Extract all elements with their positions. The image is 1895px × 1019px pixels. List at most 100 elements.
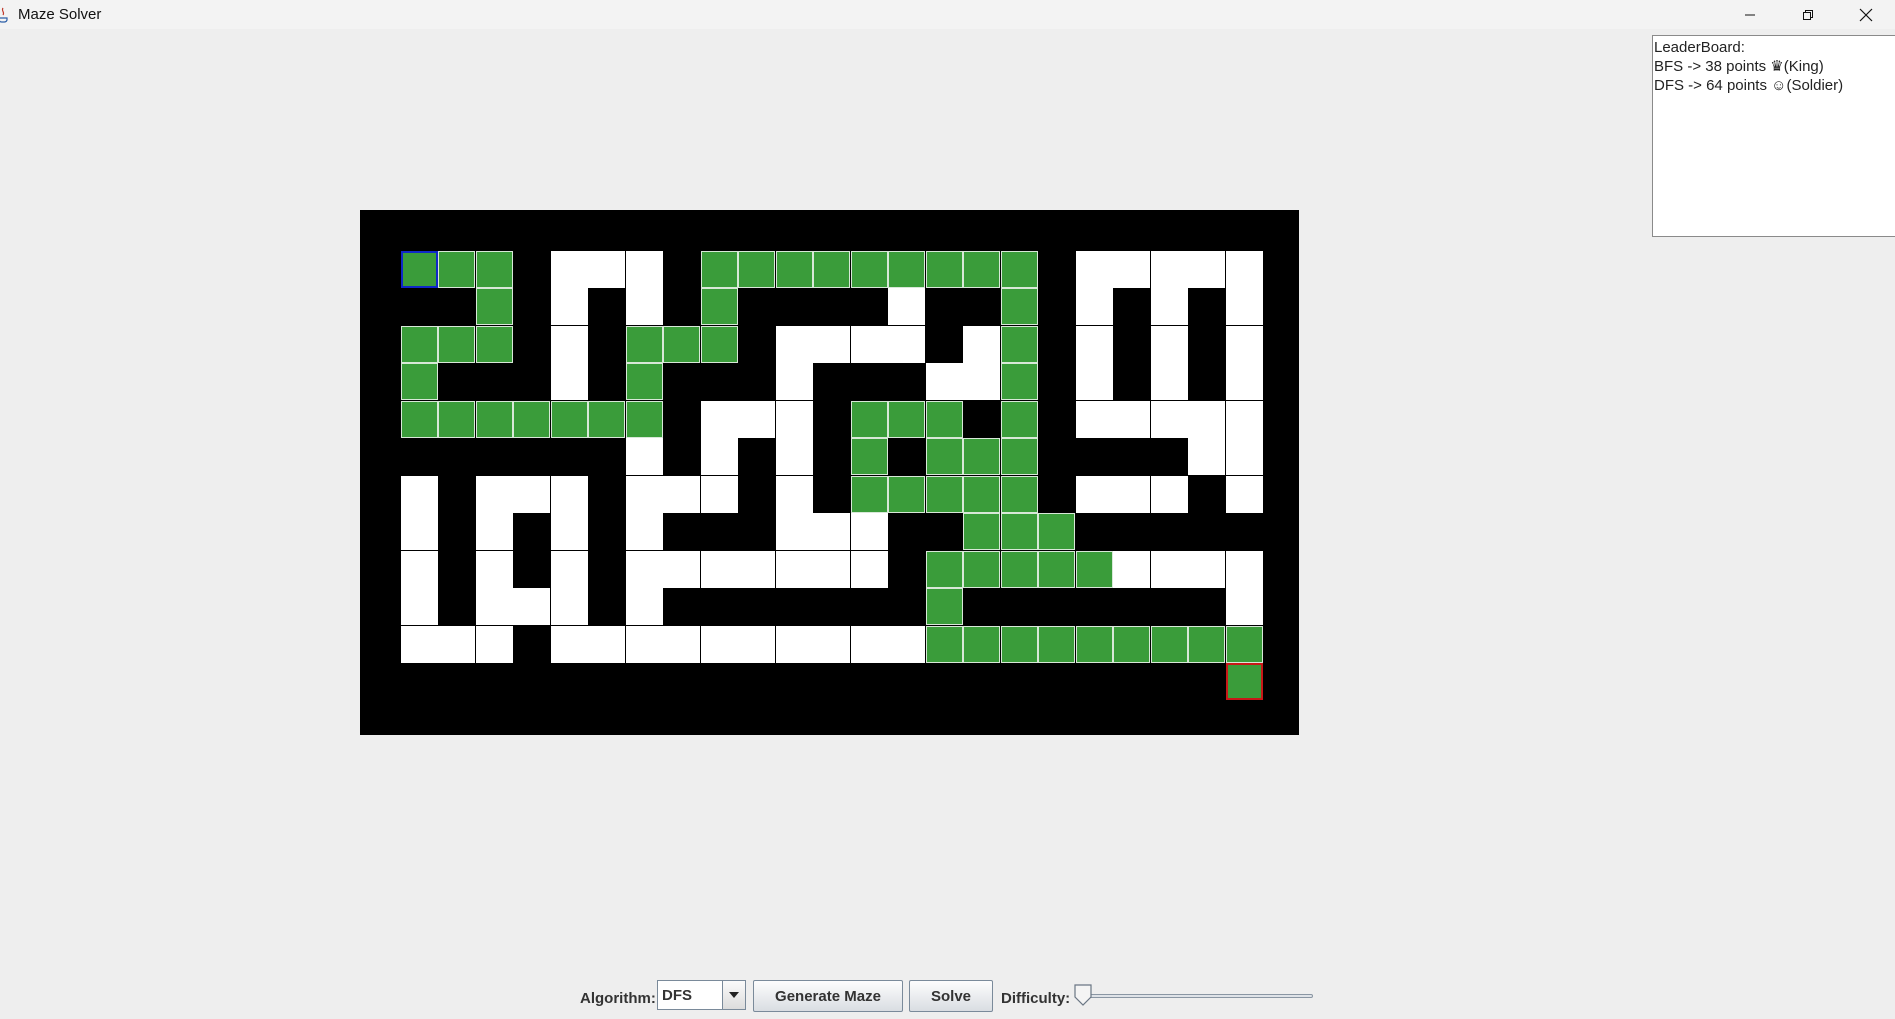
difficulty-label: Difficulty: <box>1001 990 1071 1007</box>
maze-grid <box>360 210 1299 735</box>
open-cell <box>776 363 813 400</box>
open-cell <box>1151 401 1188 438</box>
path-cell <box>476 326 513 363</box>
open-cell <box>776 551 813 588</box>
open-cell <box>1076 401 1113 438</box>
open-cell <box>738 551 775 588</box>
path-cell <box>851 476 888 513</box>
window-title: Maze Solver <box>18 6 102 23</box>
path-cell <box>1113 626 1150 663</box>
path-cell <box>1226 626 1263 663</box>
open-cell <box>701 438 738 475</box>
path-cell <box>1001 513 1038 550</box>
open-cell <box>1076 288 1113 325</box>
path-cell <box>1188 626 1225 663</box>
open-cell <box>851 513 888 550</box>
path-cell <box>1001 251 1038 288</box>
open-cell <box>401 476 438 513</box>
open-cell <box>476 626 513 663</box>
open-cell <box>1226 363 1263 400</box>
algorithm-select[interactable]: DFS <box>657 980 746 1010</box>
generate-maze-button[interactable]: Generate Maze <box>753 980 903 1012</box>
path-cell <box>1001 288 1038 325</box>
open-cell <box>776 326 813 363</box>
open-cell <box>1151 288 1188 325</box>
minimize-button[interactable] <box>1721 0 1779 29</box>
open-cell <box>551 588 588 625</box>
algorithm-label: Algorithm: <box>580 990 656 1007</box>
open-cell <box>551 551 588 588</box>
leaderboard-title: LeaderBoard: <box>1654 39 1745 56</box>
path-cell <box>926 626 963 663</box>
open-cell <box>401 588 438 625</box>
open-cell <box>926 363 963 400</box>
open-cell <box>1076 326 1113 363</box>
path-cell <box>1001 438 1038 475</box>
solve-button[interactable]: Solve <box>909 980 993 1012</box>
path-cell <box>1038 626 1075 663</box>
open-cell <box>813 551 850 588</box>
path-cell <box>438 251 475 288</box>
open-cell <box>588 251 625 288</box>
path-cell <box>701 251 738 288</box>
open-cell <box>701 626 738 663</box>
open-cell <box>963 326 1000 363</box>
minimize-icon <box>1745 14 1755 15</box>
path-cell <box>926 476 963 513</box>
restore-button[interactable] <box>1779 0 1837 29</box>
open-cell <box>1076 251 1113 288</box>
path-cell <box>963 476 1000 513</box>
path-cell <box>626 363 663 400</box>
path-cell <box>701 326 738 363</box>
open-cell <box>1226 251 1263 288</box>
start-cell <box>401 251 438 288</box>
path-cell <box>401 326 438 363</box>
open-cell <box>476 588 513 625</box>
open-cell <box>476 513 513 550</box>
leaderboard-panel: LeaderBoard: BFS -> 38 points ♛(King) DF… <box>1652 35 1895 237</box>
path-cell <box>963 626 1000 663</box>
path-cell <box>476 288 513 325</box>
close-icon <box>1859 8 1873 21</box>
path-cell <box>851 401 888 438</box>
open-cell <box>551 251 588 288</box>
open-cell <box>663 476 700 513</box>
open-cell <box>738 401 775 438</box>
open-cell <box>626 626 663 663</box>
path-cell <box>626 326 663 363</box>
difficulty-slider[interactable] <box>1073 984 1313 1008</box>
open-cell <box>1188 438 1225 475</box>
path-cell <box>888 251 925 288</box>
open-cell <box>701 476 738 513</box>
slider-track[interactable] <box>1083 994 1313 998</box>
open-cell <box>1151 251 1188 288</box>
path-cell <box>963 251 1000 288</box>
open-cell <box>888 326 925 363</box>
open-cell <box>626 513 663 550</box>
path-cell <box>551 401 588 438</box>
open-cell <box>1226 438 1263 475</box>
java-app-icon <box>0 6 10 24</box>
open-cell <box>1226 288 1263 325</box>
slider-thumb[interactable] <box>1073 984 1093 1006</box>
open-cell <box>551 513 588 550</box>
path-cell <box>1076 626 1113 663</box>
path-cell <box>851 438 888 475</box>
open-cell <box>1113 401 1150 438</box>
open-cell <box>626 251 663 288</box>
close-button[interactable] <box>1837 0 1895 29</box>
open-cell <box>851 551 888 588</box>
leaderboard-entry-dfs: DFS -> 64 points ☺(Soldier) <box>1654 77 1844 94</box>
open-cell <box>1151 363 1188 400</box>
path-cell <box>888 401 925 438</box>
open-cell <box>963 363 1000 400</box>
open-cell <box>1188 401 1225 438</box>
open-cell <box>401 551 438 588</box>
open-cell <box>626 438 663 475</box>
path-cell <box>1001 326 1038 363</box>
open-cell <box>1113 476 1150 513</box>
leaderboard-entry-bfs: BFS -> 38 points ♛(King) <box>1654 58 1824 75</box>
dropdown-arrow-icon[interactable] <box>722 981 745 1009</box>
open-cell <box>851 326 888 363</box>
title-bar: Maze Solver <box>0 0 1895 29</box>
